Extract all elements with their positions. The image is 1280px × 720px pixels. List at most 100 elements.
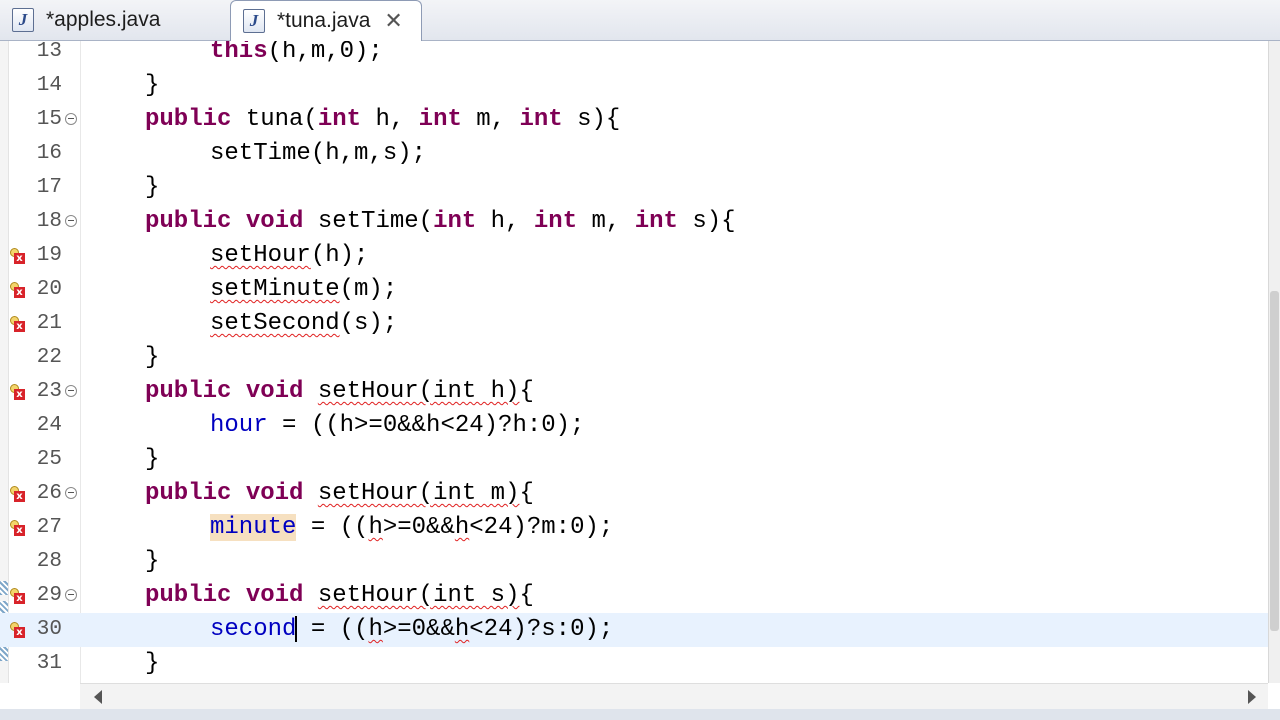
code-token: s){ [677, 208, 736, 235]
code-editor[interactable]: 13 this(h,m,0); 14} 15 public tuna(int h, in… [0, 41, 1268, 683]
code-text: minute = ((h>=0&&h<24)?m:0); [210, 511, 613, 545]
code-line[interactable]: x 30 second = ((h>=0&&h<24)?s:0); [0, 613, 1268, 647]
code-line[interactable]: 28} [0, 545, 1268, 579]
code-token: setMinute [210, 276, 340, 303]
code-token: h, [476, 208, 534, 235]
code-line[interactable]: x 29 public void setHour(int s){ [0, 579, 1268, 613]
code-text: } [145, 647, 159, 681]
code-token: = (( [296, 616, 369, 643]
code-line[interactable]: x 19 setHour(h); [0, 239, 1268, 273]
code-line[interactable]: 13 this(h,m,0); [0, 41, 1268, 69]
java-file-icon: J [243, 9, 265, 33]
code-text: } [145, 443, 159, 477]
line-number: 22 [36, 346, 62, 369]
code-token: void [245, 208, 304, 235]
fold-collapse-icon[interactable] [65, 113, 77, 125]
code-text: setHour(h); [210, 239, 368, 273]
code-token: (m); [339, 276, 398, 303]
code-token: { [519, 480, 534, 507]
code-token: h [454, 616, 470, 643]
fold-collapse-icon[interactable] [65, 215, 77, 227]
code-line[interactable]: x 20 setMinute(m); [0, 273, 1268, 307]
scroll-right-icon[interactable] [1248, 690, 1256, 704]
code-line[interactable]: 31} [0, 647, 1268, 681]
code-token: tuna( [231, 106, 318, 133]
code-text: second = ((h>=0&&h<24)?s:0); [210, 613, 613, 647]
code-token: } [145, 344, 160, 371]
vertical-scrollbar[interactable] [1268, 41, 1280, 683]
code-token: int [418, 106, 462, 133]
line-number: 31 [36, 652, 62, 675]
code-token: public [145, 106, 232, 133]
code-text: public void setHour(int m){ [145, 477, 534, 511]
line-number: 16 [36, 142, 62, 165]
code-token: public [145, 208, 232, 235]
line-number: 23 [36, 380, 62, 403]
code-line[interactable]: 17} [0, 171, 1268, 205]
java-file-icon: J [12, 8, 34, 32]
code-token: } [145, 72, 160, 99]
code-token: second [210, 616, 297, 643]
code-line[interactable]: 14} [0, 69, 1268, 103]
code-line[interactable]: x 26 public void setHour(int m){ [0, 477, 1268, 511]
code-token: int [433, 208, 477, 235]
code-line[interactable]: 18 public void setTime(int h, int m, int … [0, 205, 1268, 239]
fold-collapse-icon[interactable] [65, 487, 77, 499]
code-line[interactable]: x 21 setSecond(s); [0, 307, 1268, 341]
code-token: void [245, 582, 304, 609]
fold-collapse-icon[interactable] [65, 385, 77, 397]
tab-label: *tuna.java [277, 9, 371, 32]
code-line[interactable]: 25} [0, 443, 1268, 477]
line-number: 27 [36, 516, 62, 539]
code-token: int [533, 208, 578, 235]
tab-apples-java[interactable]: J *apples.java [0, 0, 225, 40]
line-number: 26 [36, 482, 62, 505]
code-text: public void setTime(int h, int m, int s)… [145, 205, 736, 239]
line-number: 25 [36, 448, 62, 471]
code-token: setHour(int m) [317, 480, 520, 507]
vertical-scroll-thumb[interactable] [1270, 291, 1279, 631]
fold-collapse-icon[interactable] [65, 589, 77, 601]
code-token: } [145, 548, 160, 575]
code-text: public tuna(int h, int m, int s){ [145, 103, 620, 137]
line-number: 29 [36, 584, 62, 607]
code-token: public [145, 480, 232, 507]
code-token: } [145, 650, 160, 677]
code-text: setMinute(m); [210, 273, 397, 307]
tab-tuna-java[interactable]: J *tuna.java ✕ [230, 0, 422, 41]
code-text: } [145, 69, 159, 103]
code-token: setTime( [303, 208, 434, 235]
code-token: <24)?s:0); [469, 616, 614, 643]
code-token: >=0&& [382, 514, 455, 541]
code-text: setSecond(s); [210, 307, 397, 341]
scroll-left-icon[interactable] [94, 690, 102, 704]
editor-tab-bar: J *apples.java J *tuna.java ✕ [0, 0, 1280, 41]
code-token: setSecond [210, 310, 340, 337]
code-token: setTime(h,m,s); [210, 140, 427, 167]
line-number: 18 [36, 210, 62, 233]
line-number: 20 [36, 278, 62, 301]
line-number: 13 [36, 41, 62, 63]
code-text: public void setHour(int h){ [145, 375, 534, 409]
code-text: } [145, 341, 159, 375]
code-text: } [145, 545, 159, 579]
code-line[interactable]: 16 setTime(h,m,s); [0, 137, 1268, 171]
code-text: } [145, 171, 159, 205]
code-line[interactable]: 22} [0, 341, 1268, 375]
close-tab-icon[interactable]: ✕ [384, 10, 402, 32]
line-number: 19 [36, 244, 62, 267]
code-token: int [519, 106, 563, 133]
code-token: int [634, 208, 678, 235]
code-line[interactable]: 24 hour = ((h>=0&&h<24)?h:0); [0, 409, 1268, 443]
code-line[interactable]: x 27 minute = ((h>=0&&h<24)?m:0); [0, 511, 1268, 545]
line-number: 14 [36, 74, 62, 97]
code-token: (h); [310, 242, 369, 269]
line-number: 17 [36, 176, 62, 199]
horizontal-scrollbar[interactable] [80, 683, 1268, 710]
code-token: { [519, 378, 534, 405]
code-line[interactable]: 15 public tuna(int h, int m, int s){ [0, 103, 1268, 137]
code-line[interactable]: x 23 public void setHour(int h){ [0, 375, 1268, 409]
